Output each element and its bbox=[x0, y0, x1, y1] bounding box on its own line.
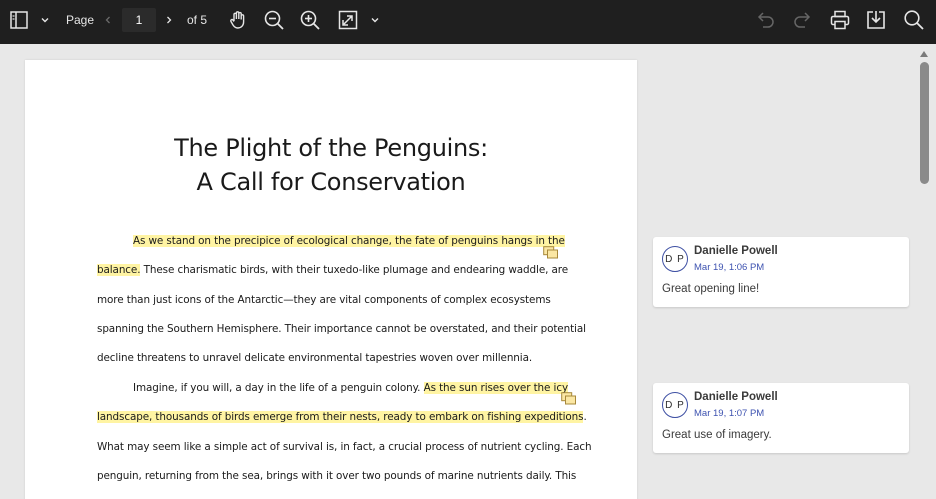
comment-text: Great use of imagery. bbox=[662, 429, 772, 441]
previous-page-button[interactable] bbox=[100, 0, 116, 40]
text-segment: decline threatens to unravel delicate en… bbox=[97, 352, 533, 364]
document-text-line: As we stand on the precipice of ecologic… bbox=[133, 235, 565, 247]
highlighted-text[interactable]: landscape, thousands of birds emerge fro… bbox=[97, 411, 584, 423]
page-label: Page bbox=[65, 13, 95, 27]
document-page: The Plight of the Penguins: A Call for C… bbox=[25, 60, 637, 499]
comment-card[interactable]: D P Danielle Powell Mar 19, 1:07 PM Grea… bbox=[653, 383, 909, 453]
zoom-dropdown-chevron-icon[interactable] bbox=[368, 0, 382, 40]
avatar: D P bbox=[662, 246, 688, 272]
comment-card[interactable]: D P Danielle Powell Mar 19, 1:06 PM Grea… bbox=[653, 237, 909, 307]
print-icon[interactable] bbox=[828, 0, 852, 40]
document-text-line: spanning the Southern Hemisphere. Their … bbox=[97, 323, 586, 335]
comment-text: Great opening line! bbox=[662, 283, 760, 295]
document-text-line: landscape, thousands of birds emerge fro… bbox=[97, 411, 587, 423]
document-title-line-2: A Call for Conservation bbox=[196, 168, 466, 196]
comment-author: Danielle Powell bbox=[694, 245, 778, 257]
document-text-line: penguin, returning from the sea, brings … bbox=[97, 470, 576, 482]
text-segment: . bbox=[583, 411, 587, 423]
comment-timestamp: Mar 19, 1:07 PM bbox=[694, 408, 765, 419]
sidebar-toggle-icon[interactable] bbox=[6, 0, 32, 40]
highlighted-text[interactable]: As the sun rises over the icy bbox=[423, 382, 568, 394]
comment-marker-icon[interactable] bbox=[543, 246, 559, 260]
redo-icon[interactable] bbox=[790, 0, 814, 40]
comment-timestamp: Mar 19, 1:06 PM bbox=[694, 262, 765, 273]
comment-marker-icon[interactable] bbox=[561, 392, 577, 406]
page-number-input[interactable] bbox=[122, 8, 156, 32]
search-icon[interactable] bbox=[902, 0, 926, 40]
document-text-line: Imagine, if you will, a day in the life … bbox=[133, 382, 568, 394]
zoom-in-icon[interactable] bbox=[298, 0, 322, 40]
document-text-line: What may seem like a simple act of survi… bbox=[97, 441, 592, 453]
toolbar: Page of 5 bbox=[0, 0, 936, 44]
text-segment: What may seem like a simple act of survi… bbox=[97, 441, 592, 453]
page-total: of 5 bbox=[186, 13, 207, 27]
text-segment: Imagine, if you will, a day in the life … bbox=[133, 382, 424, 394]
hand-icon[interactable] bbox=[226, 0, 250, 40]
text-segment: spanning the Southern Hemisphere. Their … bbox=[97, 323, 586, 335]
document-title-line-1: The Plight of the Penguins: bbox=[174, 134, 488, 162]
undo-icon[interactable] bbox=[754, 0, 778, 40]
download-icon[interactable] bbox=[864, 0, 888, 40]
scroll-up-arrow-icon[interactable] bbox=[919, 46, 929, 57]
scrollbar-thumb[interactable] bbox=[920, 62, 929, 184]
text-segment: penguin, returning from the sea, brings … bbox=[97, 470, 577, 482]
fit-page-icon[interactable] bbox=[336, 0, 360, 40]
next-page-button[interactable] bbox=[161, 0, 177, 40]
text-segment: more than just icons of the Antarctic—th… bbox=[97, 294, 551, 306]
comment-author: Danielle Powell bbox=[694, 391, 778, 403]
avatar: D P bbox=[662, 392, 688, 418]
zoom-out-icon[interactable] bbox=[262, 0, 286, 40]
document-text-line: more than just icons of the Antarctic—th… bbox=[97, 294, 551, 306]
highlighted-text[interactable]: balance. bbox=[97, 264, 141, 276]
document-text-line: balance. These charismatic birds, with t… bbox=[97, 264, 568, 276]
text-segment: These charismatic birds, with their tuxe… bbox=[140, 264, 569, 276]
sidebar-dropdown-chevron-icon[interactable] bbox=[38, 0, 52, 40]
highlighted-text[interactable]: As we stand on the precipice of ecologic… bbox=[133, 235, 565, 247]
document-text-line: decline threatens to unravel delicate en… bbox=[97, 352, 532, 364]
